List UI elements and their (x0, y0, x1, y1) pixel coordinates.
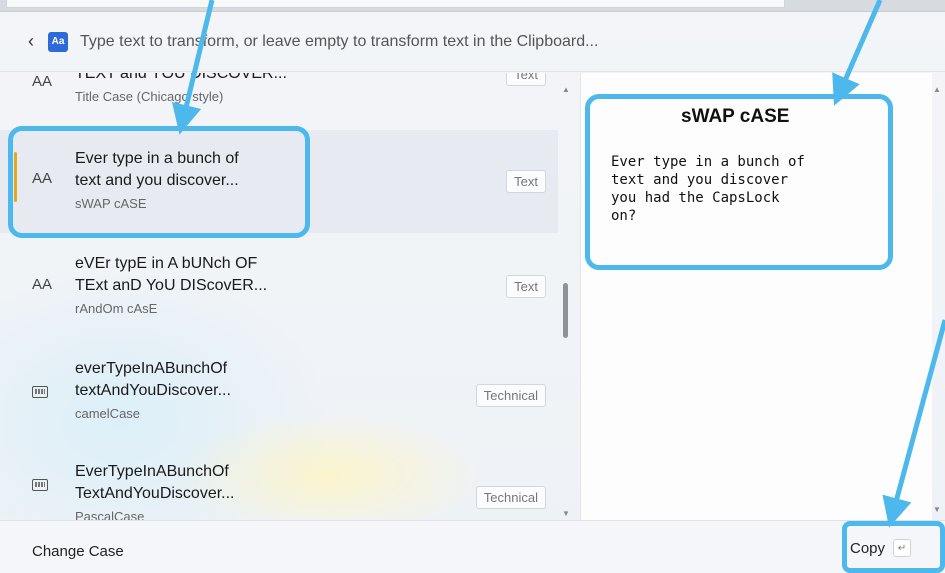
list-item-subtitle: rAndOm cAsE (75, 301, 158, 316)
results-list: AА TEXT and YOU DISCOVER... Title Case (… (0, 73, 568, 520)
list-scroll-up-arrow[interactable]: ▲ (562, 85, 568, 94)
list-item[interactable]: AА TEXT and YOU DISCOVER... Title Case (… (0, 73, 558, 128)
list-item-title-line1: Ever type in a bunch of (75, 150, 239, 167)
search-bar: ‹ Aa (0, 12, 945, 72)
list-item-title: TEXT and YOU DISCOVER... (75, 73, 287, 82)
list-scroll-down-arrow[interactable]: ▼ (562, 509, 568, 518)
window-top-edge (0, 0, 945, 12)
category-tag: Text (506, 73, 546, 86)
list-item-subtitle: PascalCase (75, 509, 145, 520)
keyboard-icon (32, 386, 48, 398)
list-scrollbar-thumb[interactable] (563, 283, 568, 338)
text-size-icon: AА (32, 170, 53, 187)
list-item-title-line2: textAndYouDiscover... (75, 382, 231, 399)
preview-scroll-up-arrow[interactable]: ▲ (933, 85, 941, 94)
text-size-icon: AА (32, 73, 53, 90)
list-item-selected[interactable]: AА Ever type in a bunch of text and you … (0, 130, 558, 233)
list-item[interactable]: everTypeInABunchOf textAndYouDiscover...… (0, 336, 558, 439)
footer-bar: Change Case Copy ↵ (0, 520, 945, 573)
preview-scroll-down-arrow[interactable]: ▼ (933, 505, 941, 514)
enter-key-icon: ↵ (893, 539, 912, 557)
category-tag: Text (506, 275, 546, 298)
copy-button[interactable]: Copy ↵ (850, 539, 912, 557)
preview-pane: sWAP cASE Ever type in a bunch of text a… (580, 73, 941, 520)
list-item-title-line2: TExt anD YoU DIScovER... (75, 277, 268, 294)
list-item-subtitle: camelCase (75, 406, 141, 421)
text-size-icon: AА (32, 276, 53, 293)
list-item-subtitle: Title Case (Chicago style) (75, 89, 224, 104)
preview-text: Ever type in a bunch of text and you dis… (611, 154, 805, 224)
keyboard-icon (32, 479, 48, 491)
change-case-app-icon: Aa (48, 31, 68, 52)
list-item[interactable]: AА eVEr typE in A bUNch OF TExt anD YoU … (0, 233, 558, 336)
extension-name: Change Case (32, 543, 124, 560)
list-item-title-line2: TextAndYouDiscover... (75, 485, 235, 502)
preview-title: sWAP cASE (681, 106, 790, 127)
category-tag: Technical (475, 486, 546, 509)
list-item-title-line1: EverTypeInABunchOf (75, 463, 229, 480)
category-tag: Text (506, 170, 546, 193)
back-chevron-icon[interactable]: ‹ (20, 31, 42, 53)
list-item-title-line1: everTypeInABunchOf (75, 360, 228, 377)
search-input[interactable] (80, 26, 840, 57)
list-item-subtitle: sWAP cASE (75, 196, 147, 211)
list-item-title-line2: text and you discover... (75, 172, 239, 189)
category-tag: Technical (475, 384, 546, 407)
copy-label: Copy (850, 539, 886, 557)
list-item[interactable]: EverTypeInABunchOf TextAndYouDiscover...… (0, 439, 558, 520)
window: ‹ Aa AА TEXT and YOU DISCOVER... Title C… (0, 0, 945, 573)
list-item-title-line1: eVEr typE in A bUNch OF (75, 255, 258, 272)
